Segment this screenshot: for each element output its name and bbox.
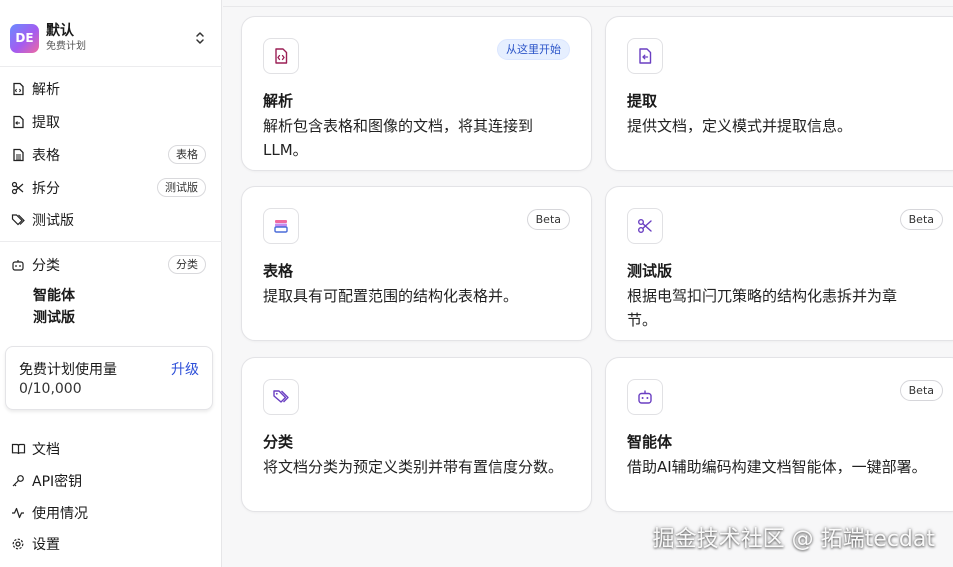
sidebar-item-beta[interactable]: 测试版 (10, 208, 210, 232)
sidebar-item-label: 提取 (32, 115, 60, 131)
sidebar-divider (0, 66, 222, 67)
beta-badge: 测试版 (157, 178, 206, 197)
upgrade-link[interactable]: 升级 (171, 359, 199, 379)
workspace-name: 默认 (46, 23, 74, 39)
classify-badge: 分类 (168, 255, 206, 274)
workspace-switcher[interactable]: DE 默认 免费计划 (10, 20, 215, 56)
start-here-badge: 从这里开始 (497, 39, 570, 60)
sidebar-item-split[interactable]: 拆分 测试版 (10, 176, 210, 200)
card-title: 测试版 (627, 262, 673, 280)
card-agent[interactable]: Beta 智能体 借助AI辅助编码构建文档智能体，一键部署。 (605, 357, 953, 512)
gear-icon (10, 536, 26, 552)
sidebar-item-parse[interactable]: 解析 (10, 77, 210, 101)
sidebar-item-label: 文档 (32, 442, 60, 458)
sidebar-item-extract[interactable]: 提取 (10, 110, 210, 134)
card-description: 将文档分类为预定义类别并带有置信度分数。 (263, 458, 564, 476)
sidebar-subitem-agent[interactable]: 智能体 (33, 286, 75, 306)
sidebar-item-label: 拆分 (32, 181, 60, 197)
sidebar-item-label: 解析 (32, 82, 60, 98)
card-title: 解析 (263, 92, 294, 110)
card-extract[interactable]: 提取 提供文档，定义模式并提取信息。 (605, 16, 953, 171)
usage-card: 免费计划使用量 升级 0/10,000 (5, 346, 213, 410)
activity-icon (10, 505, 26, 521)
chevron-updown-icon (196, 32, 204, 44)
beta-badge: Beta (899, 209, 943, 230)
usage-title: 免费计划使用量 (19, 362, 117, 378)
card-title: 表格 (263, 262, 294, 280)
card-description: 解析包含表格和图像的文档，将其连接到LLM。 (263, 117, 534, 159)
tag-icon (10, 212, 26, 228)
workspace-plan: 免费计划 (46, 41, 86, 52)
card-description: 提供文档，定义模式并提取信息。 (627, 117, 853, 135)
main-content: 从这里开始 解析 解析包含表格和图像的文档，将其连接到LLM。 提取 提供文档，… (223, 0, 953, 567)
robot-icon (627, 379, 663, 415)
card-description: 提取具有可配置范围的结构化表格并。 (263, 287, 519, 305)
card-parse[interactable]: 从这里开始 解析 解析包含表格和图像的文档，将其连接到LLM。 (241, 16, 592, 171)
sidebar-item-label: 设置 (32, 537, 60, 553)
robot-icon (10, 257, 26, 273)
watermark: 掘金技术社区 @ 拓端tecdat (652, 527, 935, 552)
table-icon (10, 147, 26, 163)
table-stack-icon (263, 208, 299, 244)
sidebar-subitem-beta[interactable]: 测试版 (33, 308, 75, 328)
extract-doc-icon (627, 38, 663, 74)
key-icon (10, 473, 26, 489)
sidebar-item-label: 分类 (32, 258, 60, 274)
workspace-avatar: DE (10, 23, 39, 53)
extract-icon (10, 114, 26, 130)
card-description: 根据电驾扣闩兀策略的结构化恚拆并为章节。 (627, 287, 898, 329)
card-table[interactable]: Beta 表格 提取具有可配置范围的结构化表格并。 (241, 186, 592, 341)
card-title: 分类 (263, 433, 294, 451)
sidebar-item-table[interactable]: 表格 表格 (10, 143, 210, 167)
card-split[interactable]: Beta 测试版 根据电驾扣闩兀策略的结构化恚拆并为章节。 (605, 186, 953, 341)
scissors-icon (10, 180, 26, 196)
sidebar-divider (0, 241, 222, 242)
sidebar-item-settings[interactable]: 设置 (10, 532, 210, 556)
table-badge: 表格 (168, 145, 206, 164)
sidebar-item-label: 使用情况 (32, 506, 88, 522)
sidebar: DE 默认 免费计划 解析 提取 表格 表格 拆分 测试版 测试版 分类 分类 … (0, 0, 222, 567)
app-window: DE 默认 免费计划 解析 提取 表格 表格 拆分 测试版 测试版 分类 分类 … (0, 0, 953, 567)
beta-badge: Beta (899, 380, 943, 401)
sidebar-item-docs[interactable]: 文档 (10, 437, 210, 461)
parse-icon (10, 81, 26, 97)
parse-doc-icon (263, 38, 299, 74)
sidebar-item-label: 测试版 (32, 213, 74, 229)
beta-badge: Beta (526, 209, 570, 230)
header-divider (223, 6, 953, 7)
card-classify[interactable]: 分类 将文档分类为预定义类别并带有置信度分数。 (241, 357, 592, 512)
sidebar-item-classify[interactable]: 分类 分类 (10, 253, 210, 277)
sidebar-item-api-key[interactable]: API密钥 (10, 469, 210, 493)
scissors-icon (627, 208, 663, 244)
card-title: 提取 (627, 92, 658, 110)
book-icon (10, 441, 26, 457)
sidebar-item-usage[interactable]: 使用情况 (10, 501, 210, 525)
sidebar-item-label: 表格 (32, 148, 60, 164)
card-title: 智能体 (627, 433, 673, 451)
tags-icon (263, 379, 299, 415)
sidebar-item-label: API密钥 (32, 474, 83, 490)
card-description: 借助AI辅助编码构建文档智能体，一键部署。 (627, 458, 927, 476)
usage-value: 0/10,000 (19, 381, 82, 397)
